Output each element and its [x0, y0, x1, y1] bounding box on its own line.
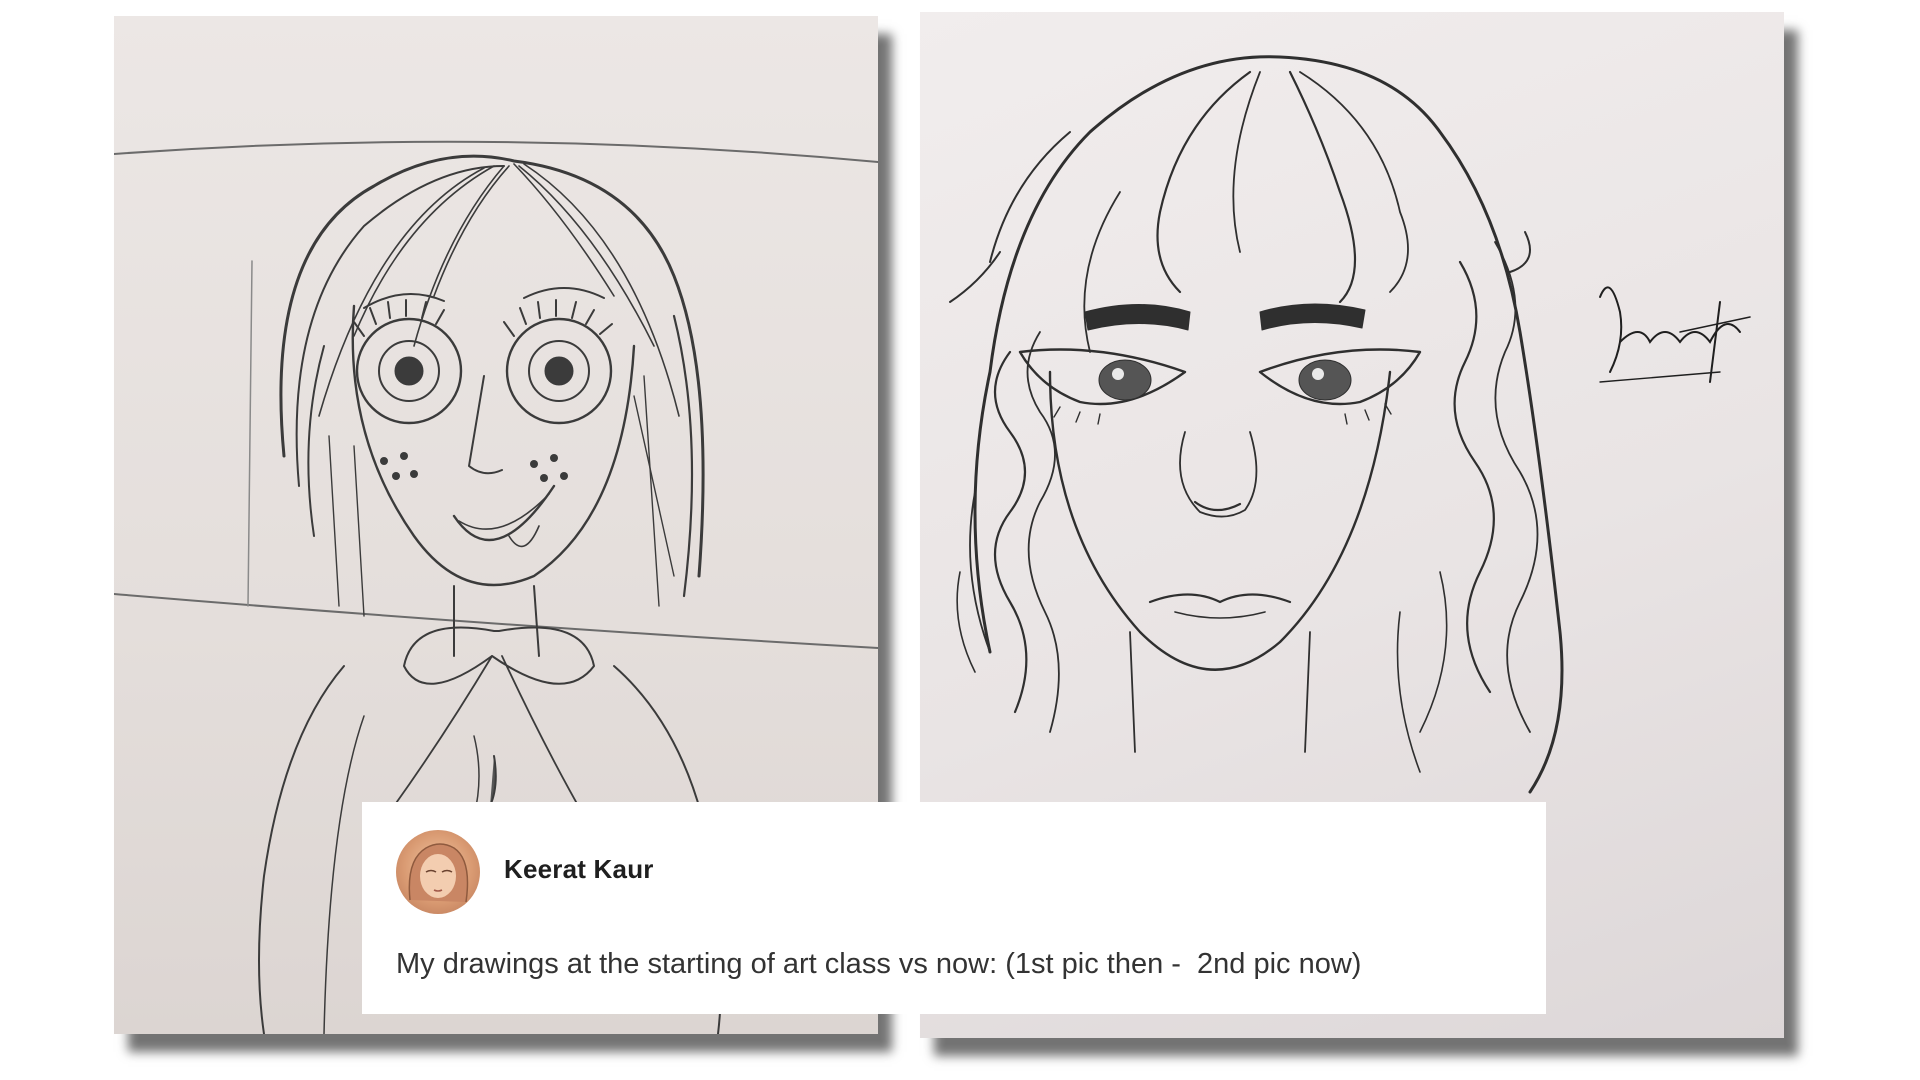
post-composite: Keerat Kaur My drawings at the starting …: [0, 0, 1920, 1080]
post-caption-card: Keerat Kaur My drawings at the starting …: [362, 802, 1546, 1014]
author-name[interactable]: Keerat Kaur: [504, 854, 654, 885]
post-caption-text: My drawings at the starting of art class…: [396, 948, 1362, 980]
author-avatar[interactable]: [396, 830, 480, 914]
artist-signature: [1599, 286, 1751, 383]
